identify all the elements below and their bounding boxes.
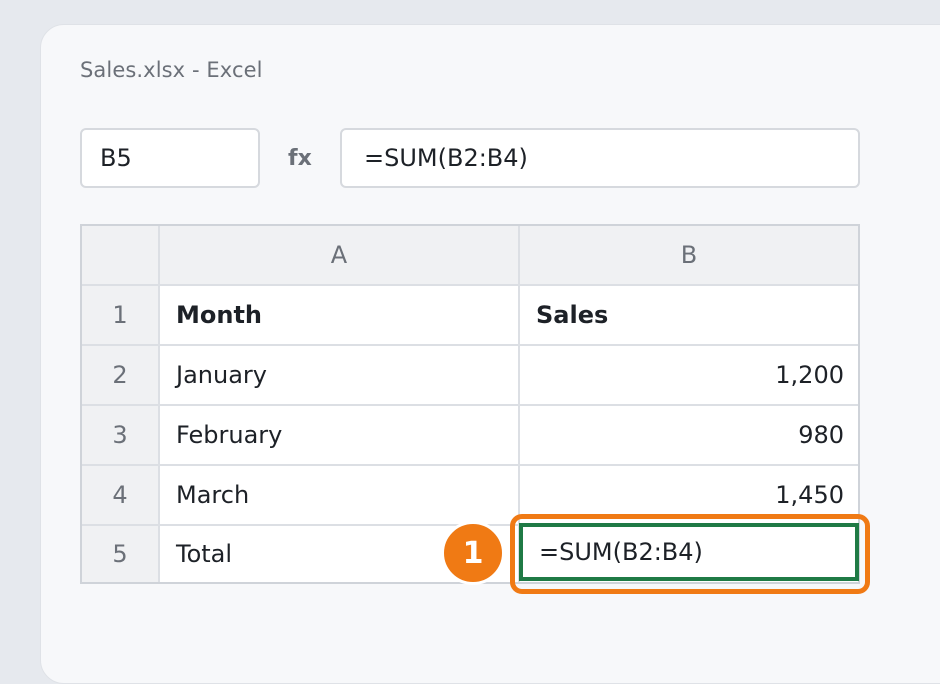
cell-a3[interactable]: February xyxy=(160,406,520,466)
cell-a2[interactable]: January xyxy=(160,346,520,406)
column-header-a[interactable]: A xyxy=(160,226,520,286)
column-header-b[interactable]: B xyxy=(520,226,858,286)
cell-b3[interactable]: 980 xyxy=(520,406,858,466)
row-header-1[interactable]: 1 xyxy=(82,286,160,346)
row-header-2[interactable]: 2 xyxy=(82,346,160,406)
step-badge: 1 xyxy=(441,521,505,585)
cell-a4[interactable]: March xyxy=(160,466,520,526)
cell-a1[interactable]: Month xyxy=(160,286,520,346)
name-box[interactable]: B5 xyxy=(80,128,260,188)
row-header-4[interactable]: 4 xyxy=(82,466,160,526)
window-title: Sales.xlsx - Excel xyxy=(80,58,263,82)
cell-b1[interactable]: Sales xyxy=(520,286,858,346)
cell-b4[interactable]: 1,450 xyxy=(520,466,858,526)
corner-cell[interactable] xyxy=(82,226,160,286)
row-header-3[interactable]: 3 xyxy=(82,406,160,466)
formula-input[interactable]: =SUM(B2:B4) xyxy=(340,128,860,188)
cell-b2[interactable]: 1,200 xyxy=(520,346,858,406)
cell-b5-selected[interactable]: =SUM(B2:B4) xyxy=(519,523,859,581)
row-header-5[interactable]: 5 xyxy=(82,526,160,582)
fx-label: fx xyxy=(288,146,312,171)
